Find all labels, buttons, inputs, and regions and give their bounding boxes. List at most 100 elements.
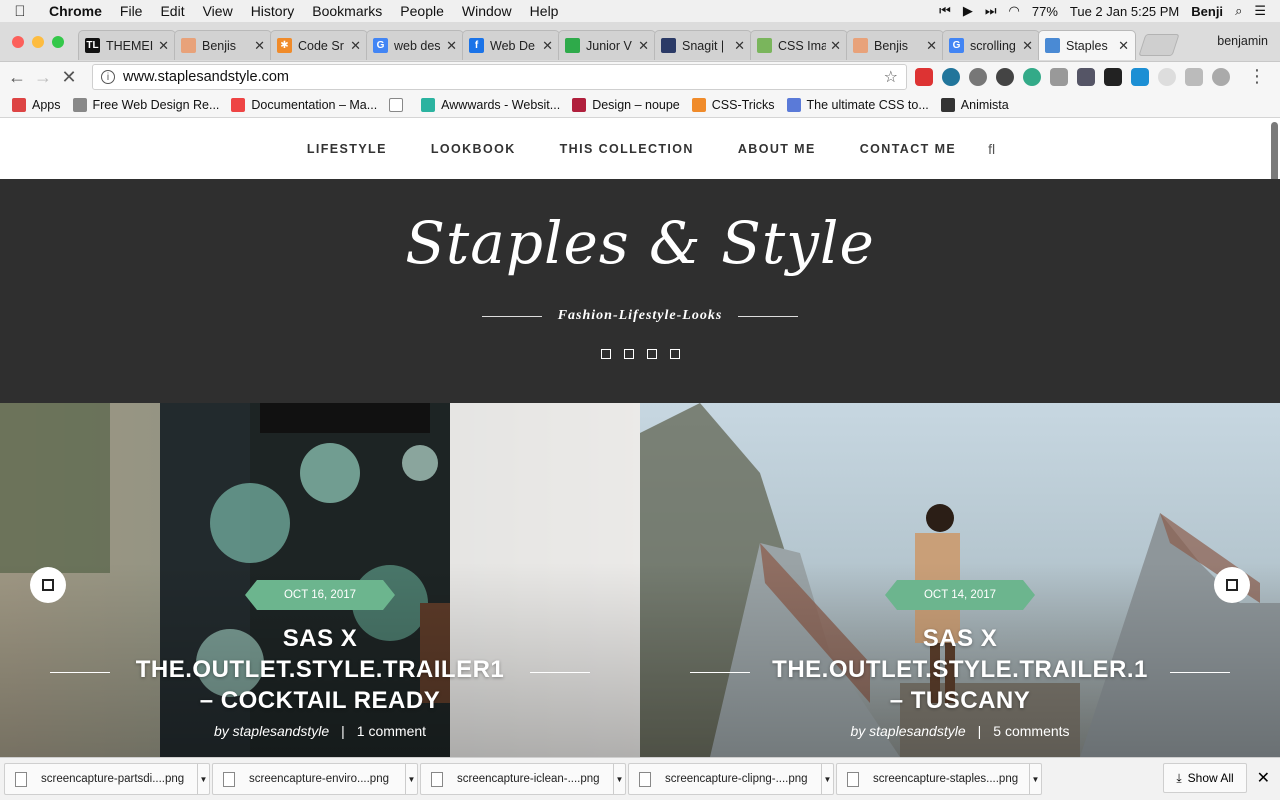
download-item[interactable]: screencapture-partsdi....png ▼ [4,763,210,795]
browser-tab[interactable]: Gweb des ✕ [366,30,464,60]
post-comments-link[interactable]: 1 comment [357,723,426,739]
dribbble-extension-icon[interactable] [996,68,1014,86]
post-comments-link[interactable]: 5 comments [993,723,1069,739]
stop-loading-icon[interactable]: ✕ [56,67,82,88]
tab-close-icon[interactable]: ✕ [638,38,649,54]
download-menu-chevron-icon[interactable]: ▼ [1029,764,1041,794]
tab-close-icon[interactable]: ✕ [254,38,265,54]
post-title[interactable]: SAS X THE.OUTLET.STYLE.TRAILER.1 – TUSCA… [760,623,1160,716]
browser-tab[interactable]: Snagit | ✕ [654,30,752,60]
bookmark-item[interactable]: The ultimate CSS to... [786,97,929,112]
media-next-icon[interactable]: ⏭ [985,3,997,19]
download-item[interactable]: screencapture-staples....png ▼ [836,763,1042,795]
browser-tab[interactable]: TL THEMEI ✕ [78,30,176,60]
menu-view[interactable]: View [194,3,242,19]
menu-file[interactable]: File [111,3,152,19]
close-window-button[interactable] [12,36,24,48]
frame-extension-icon[interactable] [1131,68,1149,86]
nav-about-me[interactable]: ABOUT ME [738,142,816,156]
bookmark-item[interactable]: Design – noupe [572,97,680,112]
minimize-window-button[interactable] [32,36,44,48]
bookmark-item[interactable]: Apps [12,97,61,112]
browser-tab[interactable]: ✱ Code Sr ✕ [270,30,368,60]
circle-extension-icon[interactable] [1158,68,1176,86]
profile-name[interactable]: benjamin [1217,34,1268,48]
zoom-window-button[interactable] [52,36,64,48]
tab-close-icon[interactable]: ✕ [1118,38,1129,54]
site-info-icon[interactable]: i [101,70,115,84]
media-prev-icon[interactable]: ⏮ [939,3,951,19]
camera-extension-icon[interactable] [1050,68,1068,86]
nav-this-collection[interactable]: THIS COLLECTION [560,142,694,156]
tab-close-icon[interactable]: ✕ [446,38,457,54]
eyedropper-extension-icon[interactable] [1077,68,1095,86]
menu-people[interactable]: People [391,3,453,19]
cloud-extension-icon[interactable] [1212,68,1230,86]
menu-edit[interactable]: Edit [151,3,193,19]
tab-close-icon[interactable]: ✕ [734,38,745,54]
browser-tab[interactable]: f Web De ✕ [462,30,560,60]
bookmark-item[interactable]: Free Web Design Re... [72,97,219,112]
tab-close-icon[interactable]: ✕ [830,38,841,54]
browser-tab[interactable]: Benjis ✕ [174,30,272,60]
download-item[interactable]: screencapture-clipng-....png ▼ [628,763,834,795]
user-name[interactable]: Benji [1191,4,1223,19]
tab-close-icon[interactable]: ✕ [926,38,937,54]
post-date-badge[interactable]: OCT 14, 2017 [885,580,1035,610]
wordpress-green-extension-icon[interactable] [1023,68,1041,86]
bookmark-item[interactable] [389,97,409,112]
wordpress-grey-extension-icon[interactable] [969,68,987,86]
post-title-line[interactable]: THE.OUTLET.STYLE.TRAILER1 [120,654,520,685]
chrome-menu-icon[interactable]: ⋮ [1248,66,1266,87]
bookmark-star-icon[interactable]: ☆ [884,67,898,87]
download-menu-chevron-icon[interactable]: ▼ [405,764,417,794]
battery-percent[interactable]: 77% [1032,4,1058,19]
close-shelf-icon[interactable]: ✕ [1257,768,1270,788]
post-title-line[interactable]: – COCKTAIL READY [120,685,520,716]
new-tab-button[interactable] [1138,34,1180,56]
show-all-downloads-button[interactable]: ⤓ Show All [1163,763,1247,793]
post-select-button[interactable] [1214,567,1250,603]
menu-window[interactable]: Window [453,3,521,19]
download-item[interactable]: screencapture-iclean-....png ▼ [420,763,626,795]
tab-close-icon[interactable]: ✕ [158,38,169,54]
post-title-line[interactable]: SAS X [120,623,520,654]
post-date-badge[interactable]: OCT 16, 2017 [245,580,395,610]
slider-dot[interactable] [646,349,657,359]
adblock-extension-icon[interactable] [915,68,933,86]
wordpress-extension-icon[interactable] [942,68,960,86]
download-item[interactable]: screencapture-enviro....png ▼ [212,763,418,795]
menu-help[interactable]: Help [521,3,568,19]
post-author[interactable]: by staplesandstyle [850,723,965,739]
tab-close-icon[interactable]: ✕ [542,38,553,54]
notification-center-icon[interactable]: ☰ [1254,3,1266,19]
post-card-1[interactable]: OCT 16, 2017 SAS X THE.OUTLET.STYLE.TRAI… [0,403,640,757]
download-menu-chevron-icon[interactable]: ▼ [613,764,625,794]
plane-extension-icon[interactable] [1185,68,1203,86]
bookmark-item[interactable]: CSS-Tricks [691,97,775,112]
pointer-extension-icon[interactable] [1104,68,1122,86]
browser-tab[interactable]: Junior V ✕ [558,30,656,60]
apple-icon[interactable]:  [0,3,40,20]
bookmark-item[interactable]: Documentation – Ma... [231,97,377,112]
menu-bookmarks[interactable]: Bookmarks [303,3,391,19]
forward-icon[interactable]: → [30,67,56,88]
site-search-icon[interactable]: ﬂ [988,141,995,157]
site-logo[interactable]: Staples & Style [0,209,1280,277]
post-card-2[interactable]: OCT 14, 2017 SAS X THE.OUTLET.STYLE.TRAI… [640,403,1280,757]
tab-close-icon[interactable]: ✕ [1022,38,1033,54]
post-title-line[interactable]: THE.OUTLET.STYLE.TRAILER.1 [760,654,1160,685]
slider-dot[interactable] [623,349,634,359]
browser-tab[interactable]: CSS Ima ✕ [750,30,848,60]
bookmark-item[interactable]: Animista [940,97,1009,112]
back-icon[interactable]: ← [4,67,30,88]
clock[interactable]: Tue 2 Jan 5:25 PM [1070,4,1179,19]
post-select-button[interactable] [30,567,66,603]
nav-contact-me[interactable]: CONTACT ME [860,142,956,156]
media-play-icon[interactable]: ▶ [963,3,973,19]
download-menu-chevron-icon[interactable]: ▼ [197,764,209,794]
nav-lookbook[interactable]: LOOKBOOK [431,142,516,156]
post-author[interactable]: by staplesandstyle [214,723,329,739]
post-title[interactable]: SAS X THE.OUTLET.STYLE.TRAILER1 – COCKTA… [120,623,520,716]
download-menu-chevron-icon[interactable]: ▼ [821,764,833,794]
